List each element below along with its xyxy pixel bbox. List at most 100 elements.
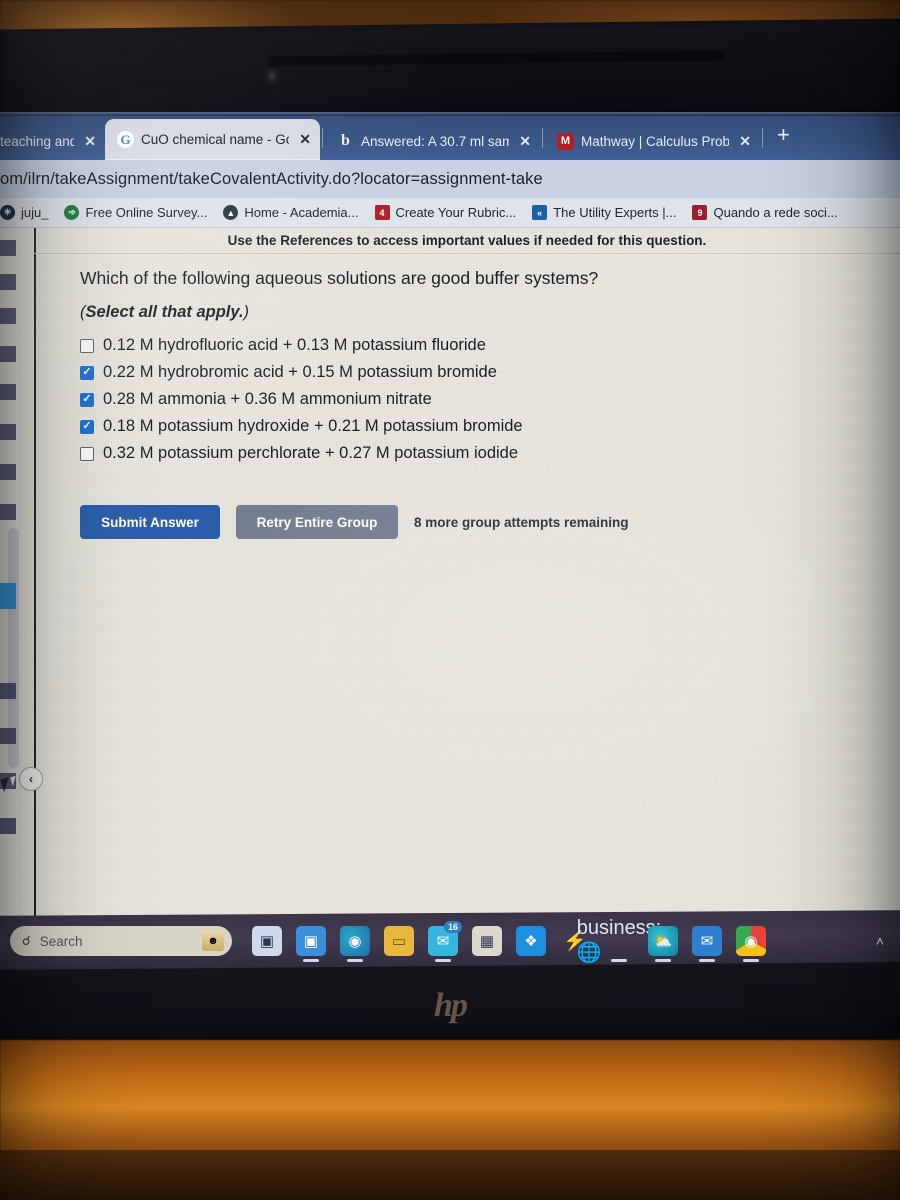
tab-close-icon[interactable]: ✕ — [739, 133, 751, 150]
microsoft-store-icon[interactable]: ▦ — [472, 926, 502, 956]
tab-title: Answered: A 30.7 ml sample — [361, 133, 510, 149]
rail-item[interactable] — [0, 504, 16, 520]
rail-item[interactable] — [0, 384, 16, 400]
tray-chevron-icon[interactable]: ˄ — [876, 933, 884, 949]
search-placeholder: Search — [39, 933, 83, 949]
bezel-notch — [268, 50, 723, 67]
references-banner: Use the References to access important v… — [34, 228, 900, 254]
google-icon: G — [117, 131, 134, 148]
laptop-screen: teaching and ✕ G CuO chemical name - Goo… — [0, 116, 900, 968]
checkbox-0[interactable] — [80, 338, 94, 353]
references-note: Use the References to access important v… — [227, 233, 707, 248]
tab-separator — [762, 128, 763, 148]
browser-tab-1[interactable]: G CuO chemical name - Googl ✕ — [105, 119, 320, 160]
checkbox-4[interactable] — [80, 446, 94, 461]
mail-icon[interactable]: ✉ 16 — [428, 921, 462, 962]
tab-title: teaching and — [0, 133, 75, 149]
taskbar-search-box[interactable]: ☌ Search ☻ — [10, 926, 232, 956]
option-row-0[interactable]: 0.12 M hydrofluoric acid + 0.13 M potass… — [80, 336, 900, 355]
browser-tab-2[interactable]: b Answered: A 30.7 ml sample ✕ — [325, 122, 540, 160]
retry-entire-group-button[interactable]: Retry Entire Group — [236, 505, 398, 539]
bookmark-quando-a-rede-soci[interactable]: 9 Quando a rede soci... — [692, 205, 838, 220]
option-row-2[interactable]: 0.28 M ammonia + 0.36 M ammonium nitrate — [80, 390, 900, 409]
desk-shadow — [0, 1150, 900, 1200]
rail-item[interactable] — [0, 464, 16, 480]
laptop-top-bezel — [0, 18, 900, 126]
mathway-icon: M — [557, 132, 574, 150]
option-row-4[interactable]: 0.32 M potassium perchlorate + 0.27 M po… — [80, 444, 900, 463]
tab-close-icon[interactable]: ✕ — [84, 133, 96, 150]
tab-close-icon[interactable]: ✕ — [519, 133, 531, 150]
browser-tab-strip: teaching and ✕ G CuO chemical name - Goo… — [0, 116, 900, 160]
nine-gag-icon: 9 — [692, 205, 708, 220]
new-tab-button[interactable]: + — [765, 122, 802, 154]
instruction-bold: Select all that apply. — [85, 303, 244, 321]
academia-icon: ▲ — [223, 205, 239, 220]
address-bar[interactable]: om/ilrn/takeAssignment/takeCovalentActiv… — [0, 160, 900, 198]
bookmark-label: Create Your Rubric... — [395, 205, 517, 220]
tab-separator — [542, 128, 543, 148]
web-page-content: ‹ Use the References to access important… — [0, 228, 900, 959]
rail-item[interactable] — [0, 240, 16, 256]
bookmark-juju[interactable]: ☀ juju_ — [0, 205, 48, 220]
task-view-icon[interactable]: ▣ — [252, 926, 282, 956]
copilot-avatar-icon[interactable]: ☻ — [202, 931, 224, 951]
globe-icon[interactable]: business;🌐 — [577, 917, 662, 964]
chevrons-icon: « — [532, 205, 548, 220]
bookmark-label: juju_ — [21, 205, 49, 220]
edge-icon[interactable]: ◉ — [340, 926, 370, 962]
collapse-panel-button[interactable]: ‹ — [19, 767, 43, 791]
tab-separator — [322, 128, 323, 148]
survey-icon: ➾ — [64, 205, 80, 220]
bookmark-label: Free Online Survey... — [85, 205, 208, 220]
file-explorer-icon[interactable]: ▭ — [384, 926, 414, 956]
bookmark-the-utility-experts[interactable]: « The Utility Experts |... — [532, 205, 676, 220]
option-label: 0.28 M ammonia + 0.36 M ammonium nitrate — [103, 390, 432, 408]
attempts-remaining-text: 8 more group attempts remaining — [414, 514, 629, 530]
bookmark-home-academia[interactable]: ▲ Home - Academia... — [223, 205, 359, 220]
dropbox-icon[interactable]: ❖ — [516, 926, 546, 956]
weather-icon[interactable]: ⛅ — [648, 926, 678, 962]
rail-item[interactable] — [0, 683, 16, 699]
chrome-icon[interactable]: ◉ — [736, 926, 766, 962]
option-label: 0.18 M potassium hydroxide + 0.21 M pota… — [103, 417, 523, 435]
instruction-suffix: ) — [243, 303, 250, 321]
bookmark-create-your-rubric[interactable]: 4 Create Your Rubric... — [374, 205, 517, 220]
search-icon: ☌ — [22, 933, 31, 948]
photo-of-laptop: teaching and ✕ G CuO chemical name - Goo… — [0, 0, 900, 1200]
submit-answer-button[interactable]: Submit Answer — [80, 505, 220, 539]
option-row-1[interactable]: 0.22 M hydrobromic acid + 0.15 M potassi… — [80, 363, 900, 382]
url-text[interactable]: om/ilrn/takeAssignment/takeCovalentActiv… — [0, 170, 543, 189]
rail-item[interactable] — [0, 308, 16, 324]
teams-icon[interactable]: ▣ — [296, 926, 326, 962]
globe-icon: ☀ — [0, 205, 15, 220]
rail-item[interactable] — [0, 274, 16, 290]
browser-tab-3[interactable]: M Mathway | Calculus Problem ✕ — [545, 122, 760, 160]
tab-title: CuO chemical name - Googl — [141, 132, 289, 147]
tab-close-icon[interactable]: ✕ — [299, 131, 311, 148]
left-nav-rail — [0, 228, 19, 959]
browser-tab-0[interactable]: teaching and ✕ — [0, 122, 105, 160]
option-label: 0.32 M potassium perchlorate + 0.27 M po… — [103, 444, 519, 462]
rail-item-active[interactable] — [0, 583, 16, 609]
bookmark-label: Home - Academia... — [244, 205, 359, 220]
rail-item[interactable] — [0, 424, 16, 440]
rail-item[interactable] — [0, 728, 16, 744]
checkbox-3[interactable] — [80, 419, 94, 434]
checkbox-1[interactable] — [80, 365, 94, 380]
hp-logo: hp — [434, 986, 466, 1025]
outlook-new-icon[interactable]: ✉ — [692, 926, 722, 962]
option-row-3[interactable]: 0.18 M potassium hydroxide + 0.21 M pota… — [80, 417, 900, 436]
checkbox-2[interactable] — [80, 392, 94, 407]
option-label: 0.22 M hydrobromic acid + 0.15 M potassi… — [103, 363, 497, 381]
rail-item[interactable] — [0, 818, 16, 834]
bookmarks-bar: ☀ juju_ ➾ Free Online Survey... ▲ Home -… — [0, 198, 900, 228]
bookmark-free-online-survey[interactable]: ➾ Free Online Survey... — [64, 205, 207, 220]
action-row: Submit Answer Retry Entire Group 8 more … — [80, 505, 900, 539]
brainly-icon: b — [341, 132, 350, 149]
option-label: 0.12 M hydrofluoric acid + 0.13 M potass… — [103, 336, 486, 354]
rubric-icon: 4 — [374, 205, 390, 220]
question-text: Which of the following aqueous solutions… — [80, 268, 599, 288]
taskbar-tray: ˄ — [876, 933, 890, 949]
rail-item[interactable] — [0, 346, 16, 362]
